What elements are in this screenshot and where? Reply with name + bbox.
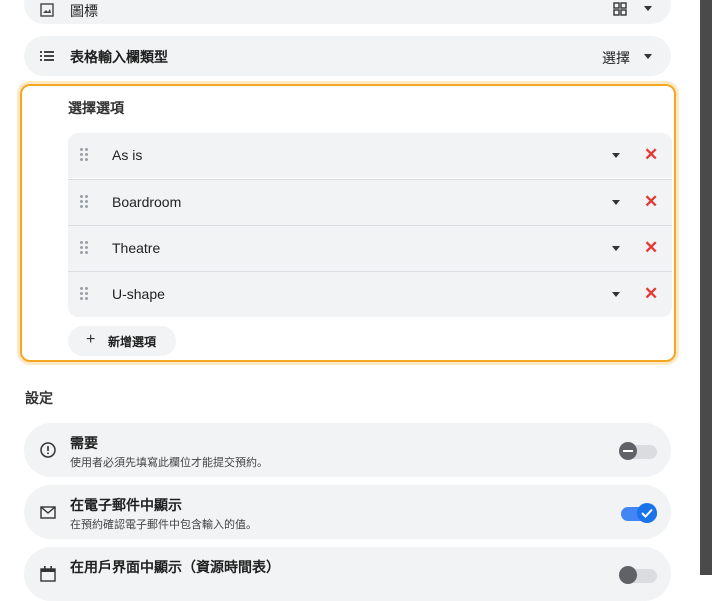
info-icon (40, 442, 56, 458)
toggle-knob (637, 503, 657, 523)
options-title: 選擇選項 (68, 100, 124, 116)
setting-title: 在電子郵件中顯示 (70, 497, 182, 513)
input-type-value[interactable]: 選擇 (602, 48, 630, 68)
drag-handle-icon[interactable] (80, 287, 90, 301)
setting-subtitle: 使用者必須先填寫此欄位才能提交預約。 (70, 457, 268, 469)
chevron-down-icon[interactable] (612, 292, 620, 297)
drag-handle-icon[interactable] (80, 241, 90, 255)
calendar-icon (40, 566, 56, 582)
option-label[interactable]: Theatre (112, 240, 160, 256)
grid-icon (613, 2, 627, 16)
icon-setting-label: 圖標 (70, 3, 98, 19)
delete-option-icon[interactable]: ✕ (644, 192, 658, 212)
setting-subtitle: 在預約確認電子郵件中包含輸入的值。 (70, 519, 257, 531)
required-toggle[interactable] (619, 442, 657, 460)
chevron-down-icon[interactable] (612, 153, 620, 158)
option-label[interactable]: As is (112, 147, 142, 163)
drag-handle-icon[interactable] (80, 195, 90, 209)
setting-email-row[interactable]: 在電子郵件中顯示 在預約確認電子郵件中包含輸入的值。 (24, 485, 671, 539)
email-toggle[interactable] (621, 503, 657, 523)
toggle-knob (619, 566, 637, 584)
setting-title: 需要 (70, 435, 98, 451)
icon-setting-row[interactable]: 圖標 (24, 0, 671, 24)
option-row[interactable]: Theatre ✕ (68, 225, 672, 271)
option-row[interactable]: As is ✕ (68, 133, 672, 178)
option-row[interactable]: U-shape ✕ (68, 271, 672, 317)
delete-option-icon[interactable]: ✕ (644, 145, 658, 165)
add-option-button[interactable]: + 新增選項 (68, 326, 176, 356)
input-type-row[interactable]: 表格輸入欄類型 選擇 (24, 36, 671, 76)
settings-heading: 設定 (25, 390, 53, 406)
ui-toggle[interactable] (619, 566, 657, 584)
chevron-down-icon[interactable] (644, 54, 652, 59)
chevron-down-icon[interactable] (612, 246, 620, 251)
delete-option-icon[interactable]: ✕ (644, 238, 658, 258)
option-row[interactable]: Boardroom ✕ (68, 179, 672, 225)
add-option-label: 新增選項 (108, 335, 157, 349)
setting-title: 在用戶界面中顯示（資源時間表） (70, 559, 280, 575)
options-panel: 選擇選項 As is ✕ Boardroom ✕ Theatre ✕ U-sha… (20, 84, 676, 362)
drag-handle-icon[interactable] (80, 148, 90, 162)
scrollbar[interactable] (700, 0, 712, 575)
image-icon (40, 3, 54, 17)
list-icon (40, 51, 54, 61)
chevron-down-icon[interactable] (612, 200, 620, 205)
option-label[interactable]: Boardroom (112, 194, 181, 210)
plus-icon: + (86, 331, 96, 348)
input-type-label: 表格輸入欄類型 (70, 49, 168, 65)
setting-ui-row[interactable]: 在用戶界面中顯示（資源時間表） (24, 547, 671, 601)
check-icon (641, 508, 653, 518)
chevron-down-icon[interactable] (644, 6, 652, 11)
mail-icon (40, 506, 56, 519)
setting-required-row[interactable]: 需要 使用者必須先填寫此欄位才能提交預約。 (24, 423, 671, 477)
delete-option-icon[interactable]: ✕ (644, 284, 658, 304)
toggle-knob (619, 442, 637, 460)
option-label[interactable]: U-shape (112, 286, 165, 302)
